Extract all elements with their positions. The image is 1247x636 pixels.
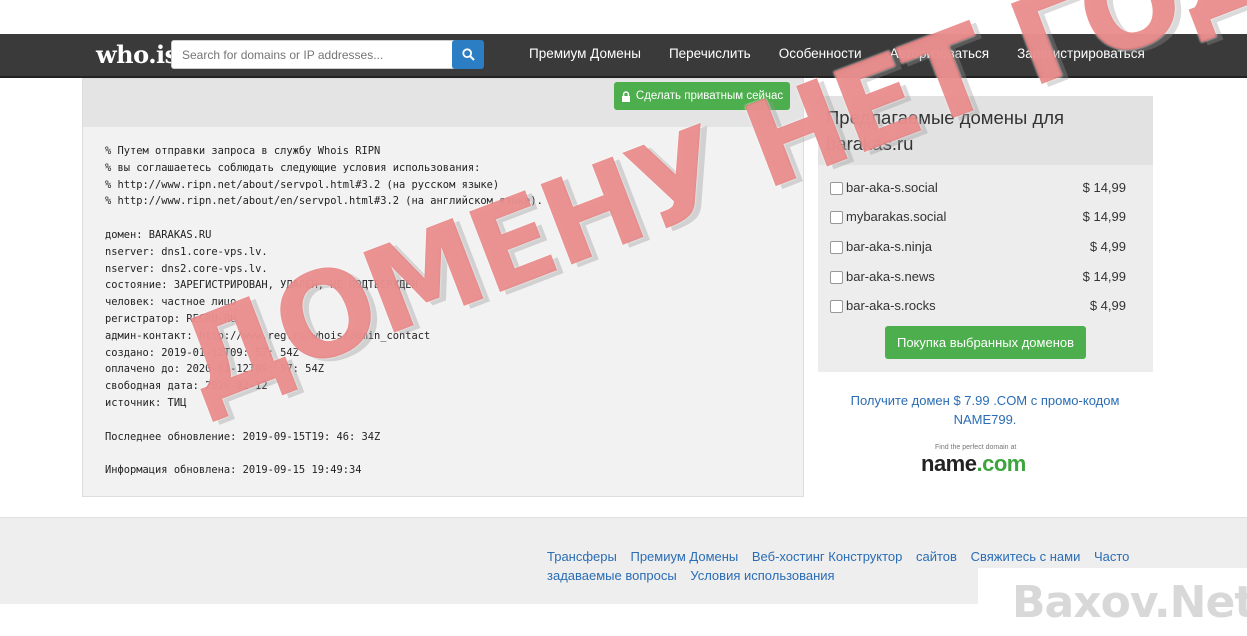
whois-line: Информация обновлена: 2019-09-15 19:49:3… — [105, 464, 362, 477]
buy-selected-domains-button[interactable]: Покупка выбранных доменов — [885, 326, 1086, 359]
top-navbar: who.is Премиум Домены Перечислить Особен… — [0, 34, 1247, 78]
nav-link-register[interactable]: Зарегистрироваться — [1017, 46, 1145, 61]
whois-line: % http://www.ripn.net/about/servpol.html… — [105, 178, 500, 191]
nav-link-features[interactable]: Особенности — [779, 46, 862, 61]
footer-link-premium[interactable]: Премиум Домены — [630, 549, 738, 564]
whois-line: человек: частное лицо — [105, 296, 237, 309]
domain-price: $ 4,99 — [1089, 239, 1126, 254]
footer-link-transfers[interactable]: Трансферы — [547, 549, 617, 564]
nav-link-premium[interactable]: Премиум Домены — [529, 46, 641, 61]
whois-line: домен: BARAKAS.RU — [105, 228, 212, 241]
domain-checkbox[interactable] — [830, 211, 843, 224]
search-input[interactable] — [171, 40, 459, 69]
suggested-domains-title: Предлагаемые домены для barakas.ru — [826, 107, 1065, 154]
whois-record-panel: Сделать приватным сейчас % Путем отправк… — [82, 78, 804, 497]
whois-line — [105, 412, 543, 429]
suggested-domains-header: Предлагаемые домены для barakas.ru — [818, 96, 1153, 165]
whois-line: Последнее обновление: 2019-09-15T19: 46:… — [105, 430, 381, 443]
whois-line: nserver: dns1.core-vps.lv. — [105, 245, 268, 258]
whois-line: % http://www.ripn.net/about/en/servpol.h… — [105, 195, 543, 208]
footer-link-sites[interactable]: сайтов — [916, 549, 957, 564]
domain-row[interactable]: bar-aka-s.social $ 14,99 — [830, 179, 1126, 199]
site-logo[interactable]: who.is — [96, 40, 178, 69]
whois-text: % Путем отправки запроса в службу Whois … — [105, 143, 543, 479]
nav-link-list[interactable]: Перечислить — [669, 46, 751, 61]
nav-links: Премиум Домены Перечислить Особенности А… — [529, 46, 1173, 61]
whois-line: % Путем отправки запроса в службу Whois … — [105, 145, 381, 157]
ad-tagline: Find the perfect domain at — [935, 444, 1017, 451]
namecom-logo[interactable]: name.com — [921, 451, 1026, 477]
domain-row[interactable]: bar-aka-s.ninja $ 4,99 — [830, 238, 1126, 258]
domain-name: bar-aka-s.ninja — [846, 239, 932, 254]
domain-name: bar-aka-s.social — [846, 180, 938, 195]
corner-watermark: Baxov.Net — [1012, 577, 1247, 628]
lock-icon — [621, 90, 630, 102]
whois-line — [105, 445, 543, 462]
domain-name: bar-aka-s.news — [846, 269, 935, 284]
domain-price: $ 4,99 — [1089, 298, 1126, 313]
whois-line: оплачено до: 2020-01-12T09: 57: 54Z — [105, 363, 324, 376]
whois-line: состояние: ЗАРЕГИСТРИРОВАН, УДАЛЕН, НЕ П… — [105, 279, 418, 292]
ad-brand-name: name — [921, 451, 977, 476]
make-private-button[interactable]: Сделать приватным сейчас — [614, 82, 790, 110]
domain-row[interactable]: mybarakas.social $ 14,99 — [830, 208, 1126, 228]
domain-price: $ 14,99 — [1082, 269, 1126, 284]
promo-link[interactable]: Получите домен $ 7.99 .COM с промо-кодом… — [838, 391, 1132, 429]
domain-price: $ 14,99 — [1082, 180, 1126, 195]
whois-line: источник: ТИЦ — [105, 396, 187, 409]
whois-line — [105, 210, 543, 227]
domain-row[interactable]: bar-aka-s.rocks $ 4,99 — [830, 297, 1126, 317]
whois-line: nserver: dns2.core-vps.lv. — [105, 262, 268, 275]
domain-price: $ 14,99 — [1082, 209, 1126, 224]
whois-line: админ-контакт: http://www.reg.ru/whois/a… — [105, 329, 431, 342]
footer-link-terms[interactable]: Условия использования — [690, 568, 834, 583]
suggested-domains-panel: Предлагаемые домены для barakas.ru bar-a… — [818, 96, 1153, 372]
domain-checkbox[interactable] — [830, 300, 843, 313]
whois-panel-header: Сделать приватным сейчас — [83, 79, 803, 127]
domain-checkbox[interactable] — [830, 271, 843, 284]
ad-brand-tld: .com — [976, 451, 1026, 476]
whois-line: свободная дата: 2020-02-12 — [105, 380, 268, 393]
whois-line: регистратор: REGRU-RU — [105, 312, 237, 325]
search-button[interactable] — [452, 40, 484, 69]
domain-checkbox[interactable] — [830, 182, 843, 195]
whois-line: создано: 2019-01-12T09: 57: 54Z — [105, 346, 299, 359]
make-private-label: Сделать приватным сейчас — [635, 90, 784, 102]
domain-name: bar-aka-s.rocks — [846, 298, 936, 313]
footer-link-contact[interactable]: Свяжитесь с нами — [971, 549, 1081, 564]
domain-name: mybarakas.social — [846, 209, 947, 224]
domain-checkbox[interactable] — [830, 241, 843, 254]
whois-line: % вы соглашаетесь соблюдать следующие ус… — [105, 161, 481, 174]
domain-row[interactable]: bar-aka-s.news $ 14,99 — [830, 268, 1126, 288]
search-icon — [461, 48, 475, 61]
nav-link-login[interactable]: Авторизоваться — [890, 46, 990, 61]
footer-link-hosting[interactable]: Веб-хостинг Конструктор — [752, 549, 902, 564]
